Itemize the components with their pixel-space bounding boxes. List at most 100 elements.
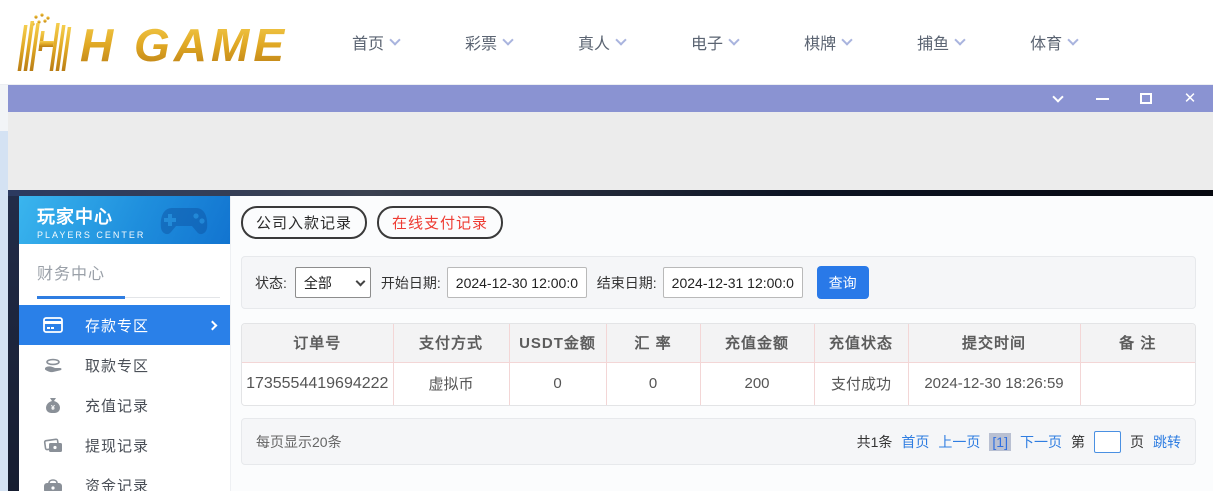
wallet-cards-icon [43, 435, 63, 455]
records-table: 订单号 支付方式 USDT金额 汇 率 充值金额 充值状态 提交时间 备 注 1 [241, 323, 1196, 406]
sidebar-menu: 存款专区 取款专区 ¥ 充值记录 [19, 305, 230, 491]
nav-item-lottery[interactable]: 彩票 [465, 30, 512, 54]
table-header-row: 订单号 支付方式 USDT金额 汇 率 充值金额 充值状态 提交时间 备 注 [242, 324, 1195, 362]
bank-card-icon [43, 315, 63, 335]
sidebar-section-label: 财务中心 [37, 260, 230, 284]
window-titlebar: ✕ [8, 85, 1213, 112]
pagination-bar: 每页显示20条 共1条 首页 上一页 [1] 下一页 第 页 跳转 [241, 418, 1196, 465]
current-page-indicator: [1] [989, 433, 1011, 451]
cell-recharge-status: 支付成功 [814, 362, 908, 405]
filter-panel: 状态: 全部 开始日期: 结束日期: 查询 [241, 256, 1196, 309]
minimize-icon[interactable] [1095, 92, 1109, 106]
cell-usdt-amount: 0 [509, 362, 606, 405]
hand-coins-icon [43, 355, 63, 375]
col-remark: 备 注 [1080, 324, 1195, 362]
next-page-link[interactable]: 下一页 [1020, 432, 1062, 452]
nav-item-slots[interactable]: 电子 [691, 30, 738, 54]
nav-label: 彩票 [465, 30, 497, 54]
nav-item-live[interactable]: 真人 [578, 30, 625, 54]
nav-item-home[interactable]: 首页 [352, 30, 399, 54]
nav-item-sports[interactable]: 体育 [1030, 30, 1077, 54]
window-left-edge [8, 196, 19, 491]
sidebar-item-recharge-records[interactable]: ¥ 充值记录 [19, 385, 230, 425]
cell-recharge-amount: 200 [700, 362, 814, 405]
nav-label: 电子 [691, 30, 723, 54]
jump-button[interactable]: 跳转 [1153, 432, 1181, 452]
main-content: 公司入款记录 在线支付记录 状态: 全部 开始日期: 结束日期: 查询 [231, 196, 1213, 491]
cell-pay-method: 虚拟币 [393, 362, 509, 405]
status-select[interactable]: 全部 [295, 267, 371, 298]
sidebar-item-label: 充值记录 [85, 395, 149, 416]
chevron-down-icon [954, 34, 965, 45]
sidebar-item-deposit[interactable]: 存款专区 [19, 305, 230, 345]
window-blank-area [8, 112, 1213, 190]
chevron-down-icon [389, 34, 400, 45]
chevron-down-icon [728, 34, 739, 45]
prev-page-link[interactable]: 上一页 [938, 432, 980, 452]
cell-order-no: 1735554419694222 [242, 362, 393, 405]
chevron-down-icon [1067, 34, 1078, 45]
jump-suffix-label: 页 [1130, 432, 1144, 452]
sidebar-section-underline [37, 296, 230, 299]
cell-exchange-rate: 0 [606, 362, 700, 405]
table-row: 1735554419694222 虚拟币 0 0 200 支付成功 2024-1… [242, 362, 1195, 405]
page-jump-input[interactable] [1094, 431, 1121, 453]
status-label: 状态: [255, 273, 287, 293]
col-pay-method: 支付方式 [393, 324, 509, 362]
col-order-no: 订单号 [242, 324, 393, 362]
sidebar-item-label: 存款专区 [85, 315, 149, 336]
start-date-input[interactable] [447, 267, 587, 298]
logo-text: H GAME [80, 19, 288, 71]
chevron-down-icon [615, 34, 626, 45]
maximize-icon[interactable] [1139, 92, 1153, 106]
pager-controls: 共1条 首页 上一页 [1] 下一页 第 页 跳转 [857, 431, 1181, 453]
chevron-down-icon[interactable] [1051, 92, 1065, 106]
sidebar-item-label: 提现记录 [85, 435, 149, 456]
page-gutter [0, 85, 8, 491]
nav-item-chess[interactable]: 棋牌 [804, 30, 851, 54]
start-date-label: 开始日期: [381, 273, 441, 293]
sidebar-item-withdraw-zone[interactable]: 取款专区 [19, 345, 230, 385]
status-select-box: 全部 [295, 267, 371, 298]
cell-submit-time: 2024-12-30 18:26:59 [908, 362, 1080, 405]
end-date-label: 结束日期: [597, 273, 657, 293]
cell-remark [1080, 362, 1195, 405]
col-submit-time: 提交时间 [908, 324, 1080, 362]
first-page-link[interactable]: 首页 [901, 432, 929, 452]
sidebar-item-label: 取款专区 [85, 355, 149, 376]
chevron-right-icon [208, 320, 218, 330]
nav-label: 棋牌 [804, 30, 836, 54]
gamepad-icon [158, 202, 220, 240]
col-exchange-rate: 汇 率 [606, 324, 700, 362]
svg-text:¥: ¥ [51, 405, 55, 412]
search-button[interactable]: 查询 [817, 266, 869, 299]
sidebar-header: 玩家中心 PLAYERS CENTER [19, 196, 230, 244]
col-usdt-amount: USDT金额 [509, 324, 606, 362]
per-page-label: 每页显示20条 [256, 432, 342, 452]
nav-label: 真人 [578, 30, 610, 54]
record-tabs: 公司入款记录 在线支付记录 [241, 206, 1196, 239]
chevron-down-icon [502, 34, 513, 45]
sidebar-item-withdraw-records[interactable]: 提现记录 [19, 425, 230, 465]
total-count: 共1条 [857, 432, 893, 452]
nav-label: 首页 [352, 30, 384, 54]
nav-label: 捕鱼 [917, 30, 949, 54]
sidebar-section: 财务中心 [19, 244, 230, 299]
chevron-down-icon [841, 34, 852, 45]
tab-online-payment-records[interactable]: 在线支付记录 [377, 206, 503, 239]
sidebar: 玩家中心 PLAYERS CENTER 财务中心 [19, 196, 231, 491]
hh-game-logo: H GAME [14, 10, 294, 74]
nav-item-fishing[interactable]: 捕鱼 [917, 30, 964, 54]
purse-icon [43, 475, 63, 491]
site-header: H GAME 首页 彩票 真人 电子 棋牌 捕鱼 体育 [0, 0, 1213, 85]
main-nav: 首页 彩票 真人 电子 棋牌 捕鱼 体育 [352, 30, 1077, 54]
nav-label: 体育 [1030, 30, 1062, 54]
tab-company-deposit-records[interactable]: 公司入款记录 [241, 206, 367, 239]
close-icon[interactable]: ✕ [1183, 92, 1197, 106]
sidebar-item-fund-records[interactable]: 资金记录 [19, 465, 230, 491]
end-date-input[interactable] [663, 267, 803, 298]
jump-prefix-label: 第 [1071, 432, 1085, 452]
player-center-window: ✕ 玩家中心 PLAYERS CENTER [8, 85, 1213, 491]
col-recharge-amount: 充值金额 [700, 324, 814, 362]
col-recharge-status: 充值状态 [814, 324, 908, 362]
